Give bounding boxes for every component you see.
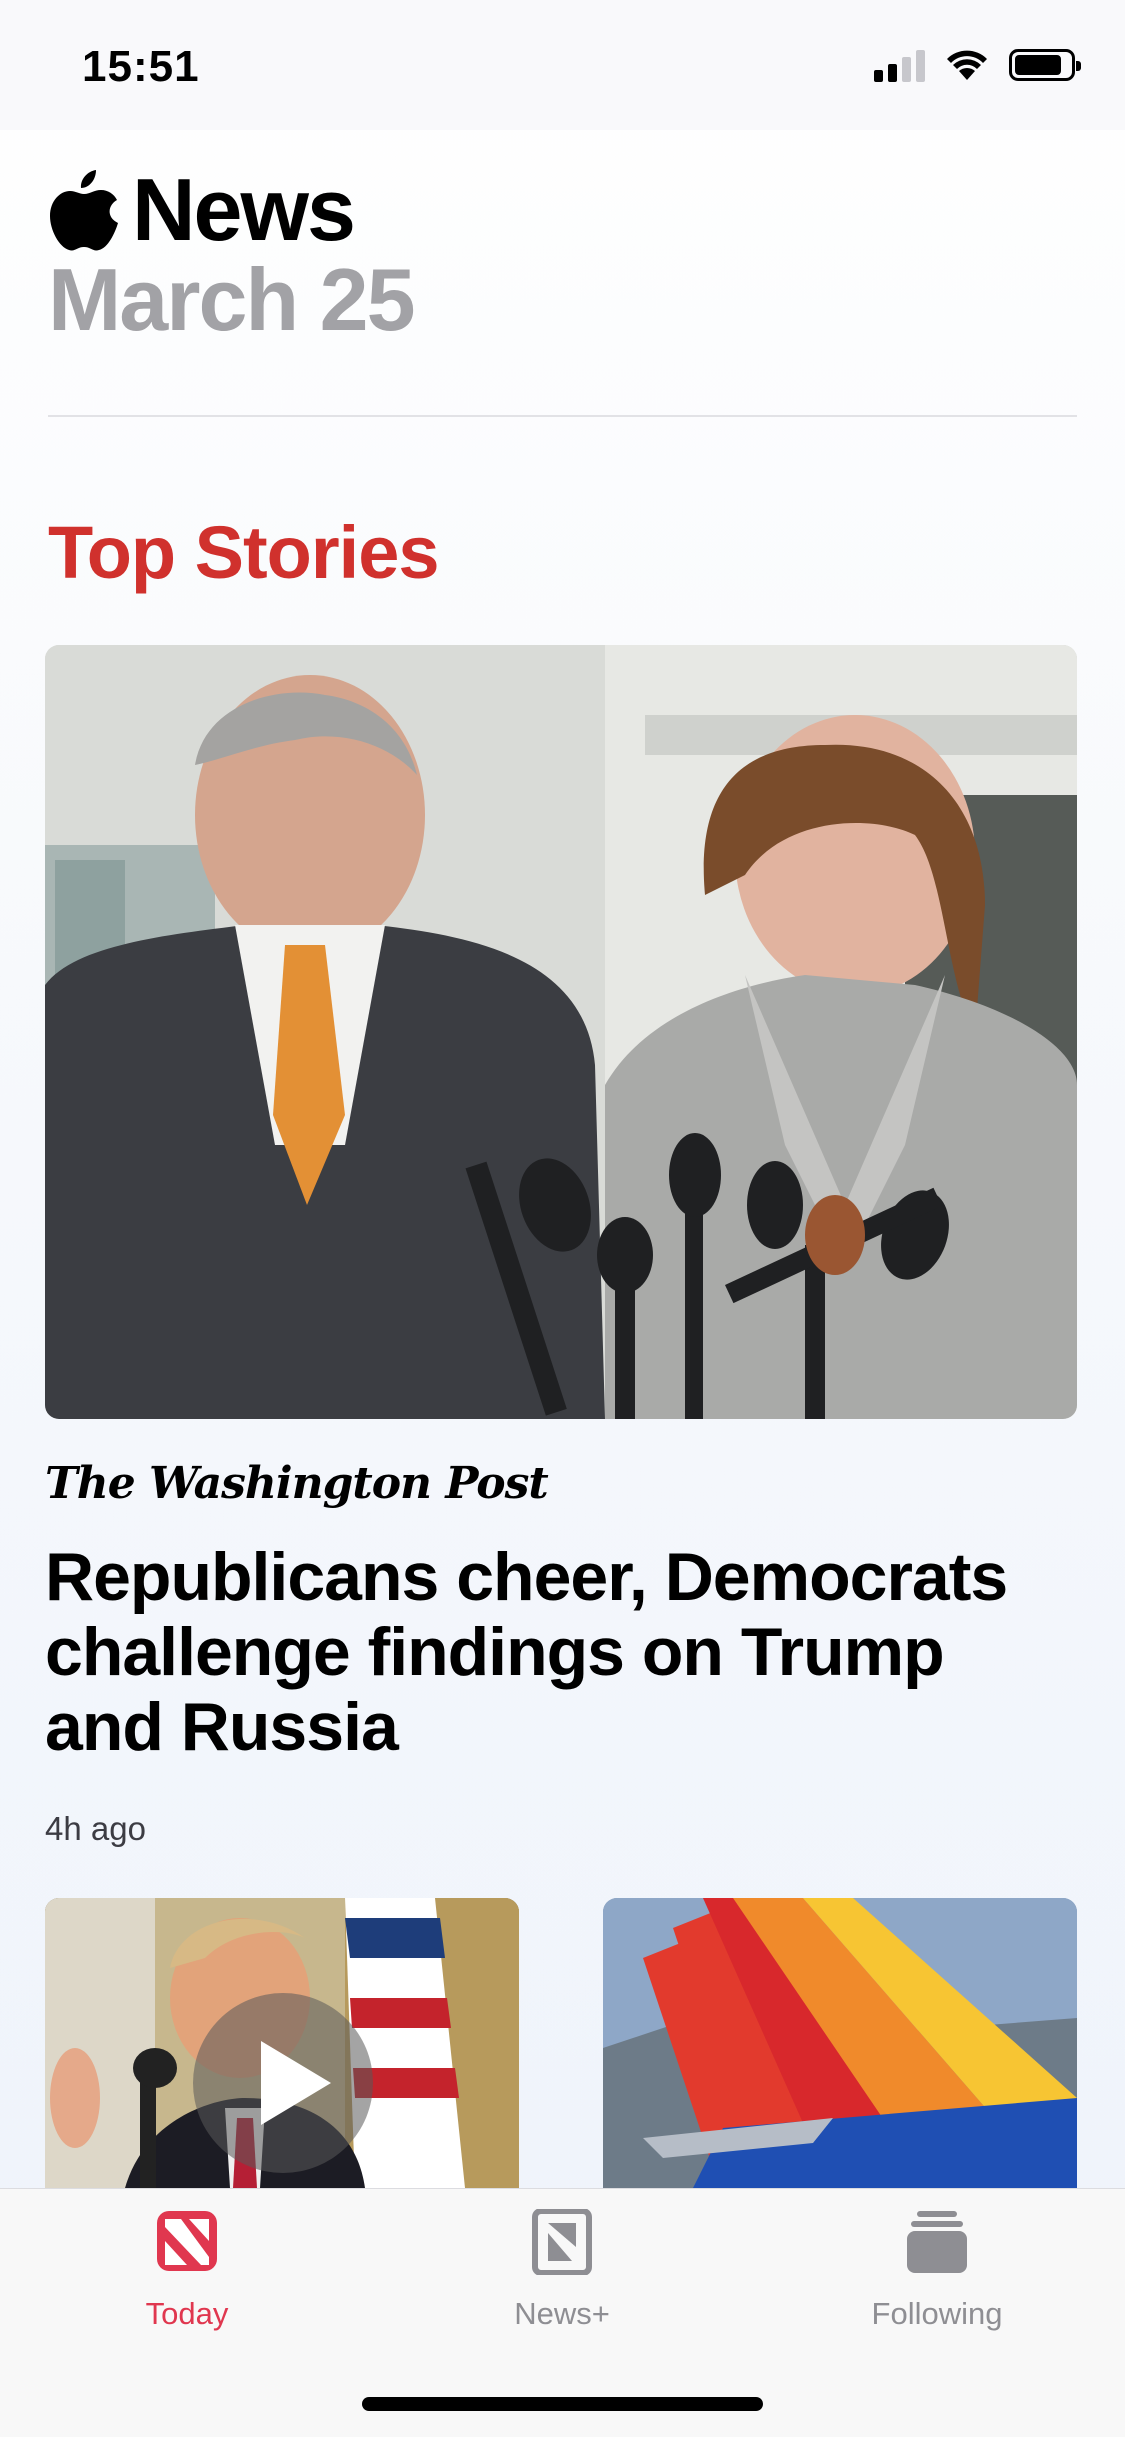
app-title: News bbox=[132, 160, 356, 259]
story-timestamp: 4h ago bbox=[45, 1810, 146, 1847]
today-news-icon bbox=[157, 2211, 217, 2271]
tab-today[interactable]: Today bbox=[37, 2209, 337, 2332]
story-thumbnail-2[interactable] bbox=[603, 1898, 1077, 2188]
play-video-button[interactable] bbox=[193, 1993, 373, 2173]
top-story-image[interactable] bbox=[45, 645, 1077, 1419]
video-story-thumbnail[interactable] bbox=[45, 1898, 519, 2188]
cellular-signal-icon bbox=[874, 48, 925, 82]
tab-news-plus[interactable]: News+ bbox=[412, 2208, 712, 2332]
press-conference-photo bbox=[45, 645, 1077, 1419]
status-time: 15:51 bbox=[82, 42, 200, 91]
home-indicator[interactable] bbox=[362, 2397, 763, 2411]
section-title[interactable]: Top Stories bbox=[48, 510, 440, 595]
status-bar: 15:51 bbox=[0, 0, 1125, 130]
following-icon bbox=[907, 2211, 967, 2273]
battery-icon bbox=[1009, 49, 1081, 81]
tab-following-label: Following bbox=[871, 2296, 1003, 2331]
airplane-tails-photo bbox=[603, 1898, 1077, 2188]
app-brand: News bbox=[48, 160, 414, 260]
news-plus-icon bbox=[532, 2208, 592, 2276]
tab-today-label: Today bbox=[145, 2296, 229, 2331]
today-header: News March 25 bbox=[48, 160, 416, 349]
story-headline[interactable]: Republicans cheer, Democrats challenge f… bbox=[45, 1540, 1075, 1765]
status-icons bbox=[874, 48, 1081, 82]
tab-news-plus-label: News+ bbox=[514, 2296, 610, 2331]
tab-following[interactable]: Following bbox=[787, 2209, 1087, 2332]
today-date: March 25 bbox=[48, 250, 416, 349]
story-source-logo[interactable]: The Washington Post bbox=[45, 1458, 549, 1509]
header-divider bbox=[48, 415, 1077, 417]
wifi-icon bbox=[947, 50, 987, 80]
apple-logo-icon bbox=[50, 170, 118, 251]
